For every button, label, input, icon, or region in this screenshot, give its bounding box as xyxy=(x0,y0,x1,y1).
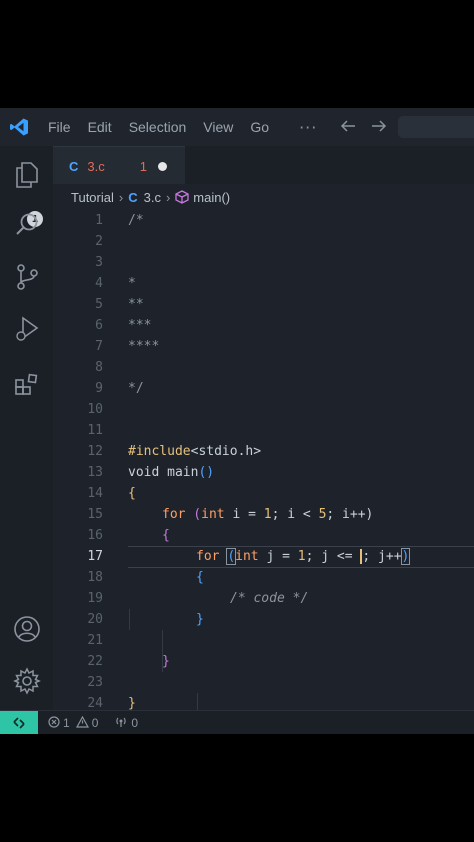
code-line-16: { xyxy=(162,528,170,543)
line-number: 1 xyxy=(95,213,103,228)
back-arrow-icon[interactable] xyxy=(340,118,356,137)
vscode-window: File Edit Selection View Go ··· 1 C 3.c … xyxy=(0,108,474,734)
line-number: 6 xyxy=(95,318,103,333)
indent-guide xyxy=(129,609,130,630)
line-number: 9 xyxy=(95,381,103,396)
line-number: 23 xyxy=(87,675,103,690)
code-line-14: { xyxy=(128,486,136,501)
breadcrumb-folder[interactable]: Tutorial xyxy=(71,190,114,205)
code-line-12: #include<stdio.h> xyxy=(128,444,262,459)
menu-file[interactable]: File xyxy=(48,119,71,135)
line-number: 17 xyxy=(87,549,103,564)
remote-indicator[interactable] xyxy=(0,711,38,734)
line-number: 21 xyxy=(87,633,103,648)
breadcrumb-symbol[interactable]: main() xyxy=(193,190,230,205)
error-count: 1 xyxy=(63,716,70,730)
line-number: 15 xyxy=(87,507,103,522)
title-bar: File Edit Selection View Go ··· xyxy=(0,108,474,146)
line-number: 2 xyxy=(95,234,103,249)
vscode-logo-icon xyxy=(0,108,38,146)
line-number: 22 xyxy=(87,654,103,669)
extensions-icon[interactable] xyxy=(10,368,44,402)
menu-go[interactable]: Go xyxy=(250,119,269,135)
code-line-7: **** xyxy=(128,339,160,354)
line-number: 11 xyxy=(87,423,103,438)
line-number: 18 xyxy=(87,570,103,585)
indent-guide xyxy=(197,693,198,710)
problems-status[interactable]: 1 0 xyxy=(48,715,99,731)
warning-count: 0 xyxy=(91,716,99,730)
account-icon[interactable] xyxy=(10,612,44,646)
tab-3c[interactable]: C 3.c 1 xyxy=(53,146,185,185)
line-number: 13 xyxy=(87,465,103,480)
code-line-17: for (int j = 1; j <= ; j++) xyxy=(196,548,411,565)
chevron-right-icon: › xyxy=(118,189,124,205)
broadcast-icon xyxy=(114,716,128,731)
line-number: 16 xyxy=(87,528,103,543)
line-number: 20 xyxy=(87,612,103,627)
menu-selection[interactable]: Selection xyxy=(129,119,187,135)
status-bar: 1 0 0 xyxy=(0,710,474,734)
line-number: 7 xyxy=(95,339,103,354)
code-line-4: * xyxy=(128,276,136,291)
line-number: 3 xyxy=(95,255,103,270)
chevron-right-icon: › xyxy=(165,189,171,205)
line-number: 14 xyxy=(87,486,103,501)
unsaved-dot-icon[interactable] xyxy=(157,161,167,171)
command-center-search[interactable] xyxy=(398,116,474,138)
code-line-13: void main() xyxy=(128,465,215,480)
more-menu-icon[interactable]: ··· xyxy=(299,118,317,137)
c-file-icon: C xyxy=(128,189,138,205)
explorer-files-icon[interactable] xyxy=(10,158,44,192)
code-line-24: } xyxy=(128,696,136,710)
code-line-9: */ xyxy=(128,381,144,396)
activity-bar: 1 xyxy=(0,146,53,710)
line-number: 12 xyxy=(87,444,103,459)
tab-problem-count: 1 xyxy=(139,158,147,174)
forward-arrow-icon[interactable] xyxy=(371,118,387,137)
line-number: 10 xyxy=(87,402,103,417)
tab-label: 3.c xyxy=(87,158,105,174)
breadcrumb: Tutorial › C 3.c › main() xyxy=(53,184,474,210)
code-line-15: for (int i = 1; i < 5; i++) xyxy=(162,507,374,522)
warning-icon xyxy=(75,715,89,731)
run-debug-icon[interactable] xyxy=(10,312,44,346)
ports-status[interactable]: 0 xyxy=(114,716,138,731)
code-line-20: } xyxy=(196,612,204,627)
code-line-22: } xyxy=(162,654,170,669)
editor-tabs: C 3.c 1 xyxy=(53,146,474,185)
code-line-19: /* code */ xyxy=(230,591,309,606)
line-number: 5 xyxy=(95,297,103,312)
code-editor[interactable]: 1 2 3 4 5 6 7 8 9 10 11 12 13 14 15 16 17 18 19 20 21 22 23 24 … xyxy=(53,210,474,710)
code-line-6: *** xyxy=(128,318,152,333)
code-line-1: /* xyxy=(128,213,144,228)
menu-edit[interactable]: Edit xyxy=(88,119,112,135)
c-file-icon: C xyxy=(69,158,79,174)
menu-view[interactable]: View xyxy=(203,119,233,135)
breadcrumb-file[interactable]: 3.c xyxy=(144,190,161,205)
line-number: 8 xyxy=(95,360,103,375)
line-number: 24 xyxy=(87,696,103,710)
settings-gear-icon[interactable] xyxy=(10,664,44,698)
source-control-icon[interactable] xyxy=(10,260,44,294)
line-number: 19 xyxy=(87,591,103,606)
cube-symbol-icon xyxy=(175,190,189,204)
ports-count: 0 xyxy=(131,716,139,730)
line-number: 4 xyxy=(95,276,103,291)
code-line-18: { xyxy=(196,570,204,585)
search-icon[interactable] xyxy=(10,208,44,242)
error-icon xyxy=(48,715,60,731)
code-line-5: ** xyxy=(128,297,144,312)
